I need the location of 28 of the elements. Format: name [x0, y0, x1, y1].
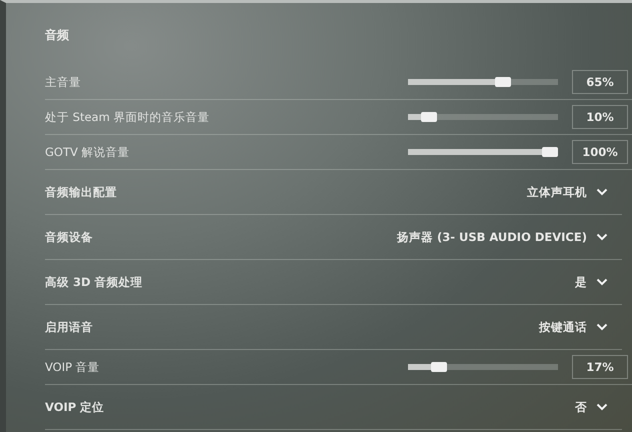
volume-slider[interactable]: [408, 149, 558, 155]
chevron-down-icon: [596, 278, 608, 286]
chevron-down-icon: [596, 323, 608, 331]
volume-value-field[interactable]: 100%: [572, 140, 628, 164]
setting-label: 音频输出配置: [45, 184, 118, 200]
setting-label: 主音量: [45, 74, 82, 90]
volume-value-field[interactable]: 10%: [572, 105, 628, 129]
volume-slider[interactable]: [408, 79, 558, 85]
volume-value-field[interactable]: 17%: [572, 355, 628, 379]
setting-label: 处于 Steam 界面时的音乐音量: [45, 110, 210, 124]
chevron-down-icon: [596, 403, 608, 411]
setting-label: 启用语音: [45, 320, 94, 334]
dropdown[interactable]: 按键通话: [539, 320, 608, 334]
dropdown[interactable]: 是: [575, 274, 608, 290]
setting-label: VOIP 定位: [45, 400, 106, 414]
dropdown[interactable]: 立体声耳机: [527, 184, 608, 200]
volume-slider[interactable]: [408, 114, 558, 120]
chevron-down-icon: [596, 188, 608, 196]
section-title: 音频: [45, 27, 70, 44]
volume-slider[interactable]: [408, 364, 558, 370]
volume-value-field[interactable]: 65%: [572, 70, 628, 94]
chevron-down-icon: [596, 233, 608, 241]
dropdown[interactable]: 扬声器 (3- USB AUDIO DEVICE): [396, 230, 608, 244]
setting-label: VOIP 音量: [45, 360, 101, 374]
setting-label: GOTV 解说音量: [45, 144, 131, 160]
setting-label: 音频设备: [45, 230, 94, 244]
setting-label: 高级 3D 音频处理: [45, 274, 144, 290]
dropdown[interactable]: 否: [575, 400, 608, 414]
